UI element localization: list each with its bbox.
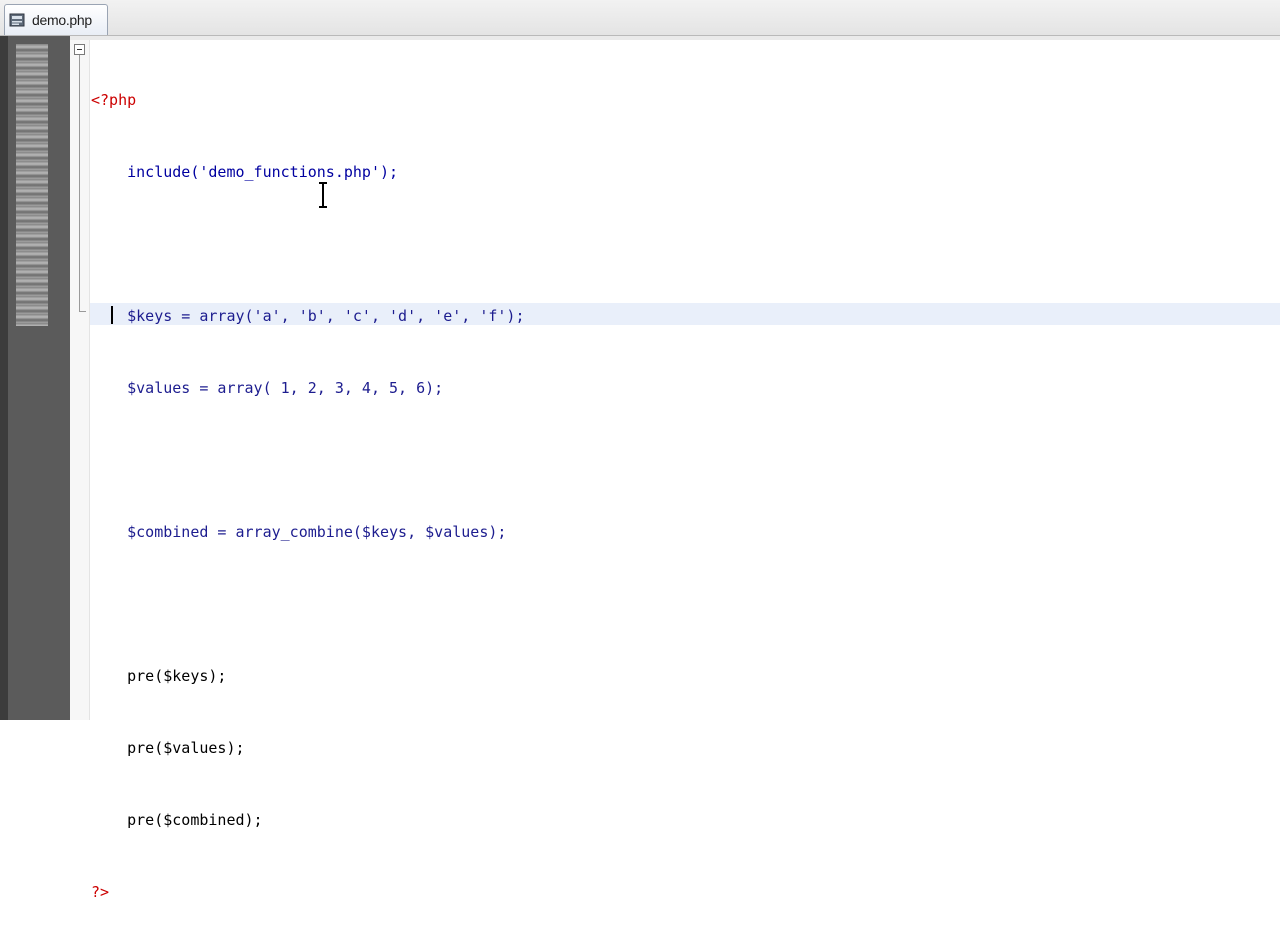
code-line: $values = array( 1, 2, 3, 4, 5, 6);	[91, 379, 444, 397]
fold-guide	[79, 55, 80, 311]
code-line: $combined = array_combine($keys, $values…	[91, 523, 507, 541]
side-panel-toolbar[interactable]	[16, 44, 48, 326]
code-line: pre($values);	[91, 739, 245, 757]
file-icon	[9, 13, 25, 27]
text-caret	[111, 306, 113, 324]
tab-label: demo.php	[32, 12, 92, 28]
code-content[interactable]: <?php include('demo_functions.php'); $ke…	[91, 40, 524, 928]
code-line: pre($keys);	[91, 667, 227, 685]
tab-bar: demo.php	[0, 0, 1280, 36]
fold-guide-end	[79, 311, 86, 312]
code-line: <?php	[91, 91, 137, 109]
code-line: pre($combined);	[91, 811, 263, 829]
code-line: include('demo_functions.php');	[91, 163, 399, 181]
window-edge	[0, 36, 8, 720]
code-line: ?>	[91, 883, 110, 901]
ibeam-cursor-icon	[319, 182, 327, 208]
tab-demo-php[interactable]: demo.php	[4, 4, 108, 35]
fold-toggle-icon[interactable]	[74, 44, 85, 55]
editor-gutter	[70, 40, 90, 720]
code-line: $keys = array('a', 'b', 'c', 'd', 'e', '…	[91, 307, 525, 325]
